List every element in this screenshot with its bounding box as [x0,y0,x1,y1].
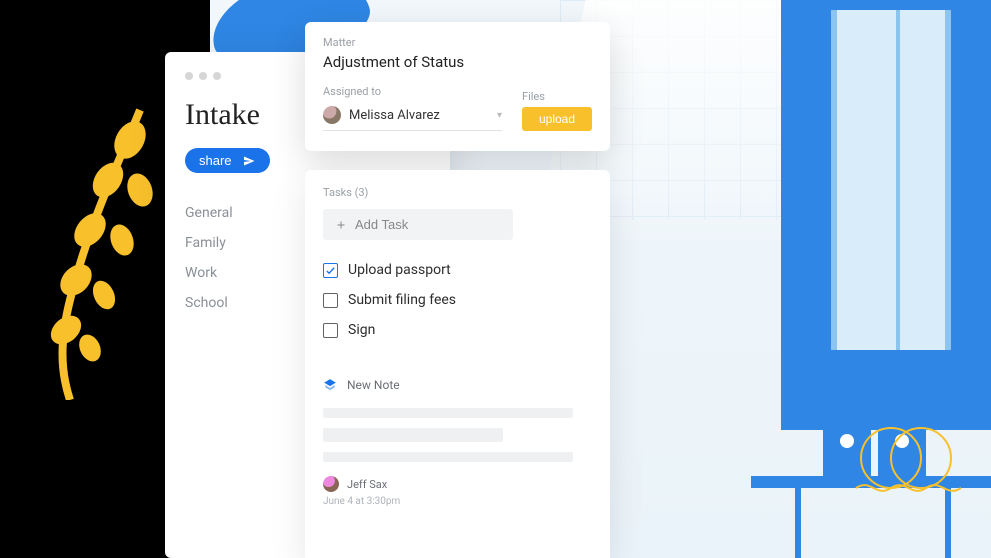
task-checkbox[interactable] [323,323,338,338]
matter-label: Matter [323,36,592,49]
window-dot-icon [185,72,193,80]
share-button[interactable]: share [185,148,270,173]
matter-card: Matter Adjustment of Status Assigned to … [305,22,610,151]
add-task-label: Add Task [355,217,408,232]
note-text-placeholder [323,408,573,418]
matter-value: Adjustment of Status [323,53,592,71]
task-row: Submit filing fees [323,292,592,308]
note-text-placeholder [323,428,503,442]
send-icon [242,155,256,167]
tasks-header: Tasks (3) [323,186,592,199]
leaf-decoration-icon [30,100,180,400]
avatar-icon [323,476,339,492]
wave-decoration-icon [851,398,991,508]
note-text-placeholder [323,452,573,462]
chevron-down-icon: ▾ [497,110,502,121]
tasks-panel: Tasks (3) Add Task Upload passport Submi… [305,170,610,558]
note-author: Jeff Sax [347,478,387,491]
task-checkbox[interactable] [323,263,338,278]
check-icon [325,265,336,276]
note-icon [323,378,337,392]
note-author-row: Jeff Sax [323,476,592,492]
window-dot-icon [213,72,221,80]
task-label: Submit filing fees [348,292,456,308]
task-label: Sign [348,322,375,338]
files-label: Files [522,90,592,103]
share-button-label: share [199,153,232,168]
new-note-label: New Note [347,378,400,392]
assigned-to-value: Melissa Alvarez [349,108,440,123]
avatar-icon [323,106,341,124]
plus-icon [335,219,347,231]
assigned-to-select[interactable]: Melissa Alvarez ▾ [323,102,502,131]
task-label: Upload passport [348,262,451,278]
add-task-button[interactable]: Add Task [323,209,513,240]
new-note-button[interactable]: New Note [323,378,592,392]
window-dot-icon [199,72,207,80]
upload-button[interactable]: upload [522,107,592,131]
task-checkbox[interactable] [323,293,338,308]
task-row: Sign [323,322,592,338]
note-timestamp: June 4 at 3:30pm [323,496,592,507]
assigned-label: Assigned to [323,85,502,98]
task-list: Upload passport Submit filing fees Sign [323,262,592,338]
task-row: Upload passport [323,262,592,278]
